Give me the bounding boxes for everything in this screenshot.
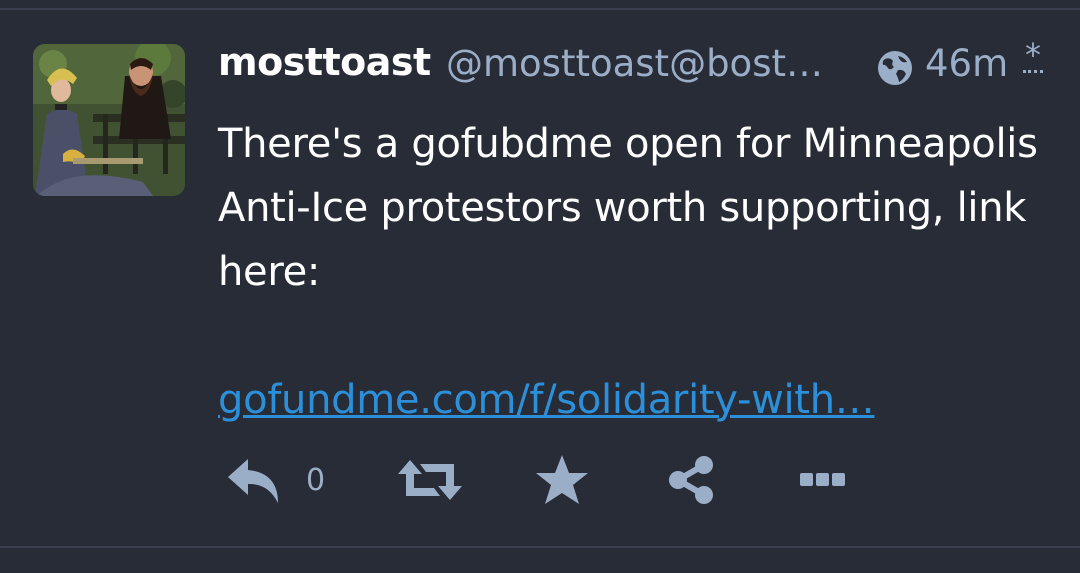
bottom-divider [0,546,1080,548]
star-icon [534,453,590,507]
post-content: There's a gofubdme open for Minneapolis … [218,112,1048,432]
edited-marker[interactable]: * [1023,39,1043,73]
favourite-button[interactable] [534,450,590,510]
account-handle[interactable]: @mosttoast@bost… [446,42,823,85]
reply-icon [226,455,284,505]
boost-button[interactable] [398,450,462,510]
more-icon [798,470,848,490]
boost-icon [398,458,462,502]
reply-count: 0 [306,462,326,498]
post-header: mosttoast @mosttoast@bost… 46m * [218,39,1058,96]
more-button[interactable] [798,450,848,510]
reply-button[interactable]: 0 [226,450,325,510]
avatar[interactable] [33,44,185,196]
globe-icon [876,49,914,87]
action-bar: 0 [218,450,858,510]
status-post[interactable]: mosttoast @mosttoast@bost… 46m * There's… [0,10,1080,546]
post-text: There's a gofubdme open for Minneapolis … [218,121,1038,295]
display-name[interactable]: mosttoast [218,40,431,84]
timestamp[interactable]: 46m [925,42,1008,85]
share-button[interactable] [666,450,716,510]
share-icon [666,455,716,505]
external-link[interactable]: gofundme.com/f/solidarity-with… [218,377,875,423]
